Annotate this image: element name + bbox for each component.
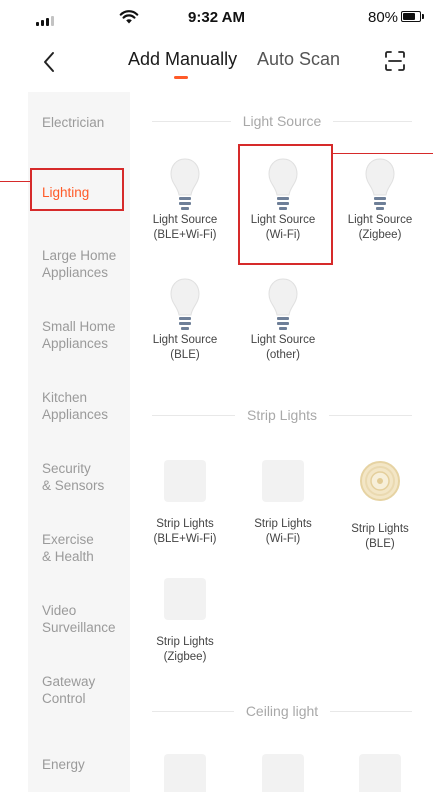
light-bulb-icon bbox=[170, 278, 200, 330]
sidebar-item-label: Appliances bbox=[42, 265, 109, 280]
sidebar-item-exercise-health[interactable]: Exercise & Health bbox=[28, 531, 130, 565]
device-ceiling-light[interactable] bbox=[238, 754, 328, 792]
sidebar-item-gateway-control[interactable]: Gateway Control bbox=[28, 673, 130, 707]
section-title-text: Ceiling light bbox=[245, 703, 319, 719]
device-label: Strip Lights (Wi-Fi) bbox=[254, 518, 312, 545]
status-bar: 9:32 AM 80% bbox=[0, 0, 433, 36]
sidebar-item-large-home-appliances[interactable]: Large Home Appliances bbox=[28, 247, 130, 281]
sidebar-item-label: Appliances bbox=[42, 407, 109, 422]
sidebar-item-label: Exercise bbox=[42, 532, 94, 547]
device-label: Light Source (Zigbee) bbox=[347, 214, 413, 241]
device-label: Strip Lights (BLE) bbox=[351, 523, 409, 550]
image-placeholder-icon bbox=[164, 754, 206, 792]
sidebar-item-label: Gateway bbox=[42, 674, 96, 689]
sidebar-item-electrician[interactable]: Electrician bbox=[28, 114, 130, 131]
sidebar-item-energy[interactable]: Energy bbox=[28, 756, 130, 773]
device-strip-lights-ble[interactable]: Strip Lights (BLE) bbox=[335, 460, 425, 552]
nav-bar: Add Manually Auto Scan bbox=[0, 36, 433, 92]
section-title-strip-lights: Strip Lights bbox=[152, 405, 413, 425]
image-placeholder-icon bbox=[164, 460, 206, 502]
section-title-ceiling-light: Ceiling light bbox=[152, 701, 412, 721]
device-label: Strip Lights (Zigbee) bbox=[156, 636, 214, 663]
image-placeholder-icon bbox=[262, 460, 304, 502]
device-label: Light Source (BLE+Wi-Fi) bbox=[152, 214, 218, 241]
annotation-pointer-line bbox=[333, 153, 433, 154]
sidebar-item-small-home-appliances[interactable]: Small Home Appliances bbox=[28, 318, 130, 352]
device-label: Light Source (Wi-Fi) bbox=[250, 214, 316, 241]
device-light-source-ble-wifi[interactable]: Light Source (BLE+Wi-Fi) bbox=[140, 157, 230, 243]
sidebar-item-video-surveillance[interactable]: Video Surveillance bbox=[28, 602, 130, 636]
sidebar-item-label: Control bbox=[42, 691, 86, 706]
sidebar-item-security-sensors[interactable]: Security & Sensors bbox=[28, 460, 130, 494]
light-bulb-icon bbox=[170, 158, 200, 210]
sidebar-item-label: Small Home bbox=[42, 319, 116, 334]
device-ceiling-light[interactable] bbox=[335, 754, 425, 792]
sidebar-item-label: & Sensors bbox=[42, 478, 105, 493]
image-placeholder-icon bbox=[359, 754, 401, 792]
section-title-text: Strip Lights bbox=[246, 407, 318, 423]
sidebar-item-lighting[interactable]: Lighting bbox=[28, 184, 130, 201]
device-strip-lights-wifi[interactable]: Strip Lights (Wi-Fi) bbox=[238, 460, 328, 547]
device-strip-lights-zigbee[interactable]: Strip Lights (Zigbee) bbox=[140, 578, 230, 665]
device-label: Light Source (other) bbox=[250, 334, 316, 361]
light-bulb-icon bbox=[268, 278, 298, 330]
active-tab-indicator bbox=[174, 76, 188, 79]
light-bulb-icon bbox=[268, 158, 298, 210]
section-title-text: Light Source bbox=[242, 113, 322, 129]
annotation-pointer-line bbox=[0, 181, 30, 182]
sidebar-item-label: Energy bbox=[42, 757, 85, 772]
device-light-source-ble[interactable]: Light Source (BLE) bbox=[140, 277, 230, 363]
scan-frame-icon[interactable] bbox=[384, 50, 406, 72]
tab-auto-scan[interactable]: Auto Scan bbox=[257, 49, 340, 70]
device-light-source-wifi[interactable]: Light Source (Wi-Fi) bbox=[238, 157, 328, 243]
battery-icon bbox=[401, 11, 421, 22]
section-title-light-source: Light Source bbox=[152, 111, 413, 131]
sidebar-item-label: Video bbox=[42, 603, 77, 618]
sidebar-item-label: Surveillance bbox=[42, 620, 116, 635]
chevron-left-icon[interactable] bbox=[36, 48, 64, 76]
battery-percentage: 80% bbox=[368, 9, 399, 26]
sidebar-item-label: Security bbox=[42, 461, 91, 476]
image-placeholder-icon bbox=[262, 754, 304, 792]
sidebar-item-label: Lighting bbox=[42, 185, 90, 200]
sidebar-item-label: & Health bbox=[42, 549, 94, 564]
sidebar-item-label: Kitchen bbox=[42, 390, 88, 405]
category-sidebar: Electrician Lighting Large Home Applianc… bbox=[28, 92, 130, 792]
device-light-source-other[interactable]: Light Source (other) bbox=[238, 277, 328, 363]
light-bulb-icon bbox=[365, 158, 395, 210]
device-label: Light Source (BLE) bbox=[152, 334, 218, 361]
device-label: Strip Lights (BLE+Wi-Fi) bbox=[153, 518, 217, 545]
sidebar-item-label: Electrician bbox=[42, 115, 105, 130]
sidebar-item-label: Large Home bbox=[42, 248, 117, 263]
image-placeholder-icon bbox=[164, 578, 206, 620]
device-light-source-zigbee[interactable]: Light Source (Zigbee) bbox=[335, 157, 425, 243]
sidebar-item-kitchen-appliances[interactable]: Kitchen Appliances bbox=[28, 389, 130, 423]
sidebar-item-label: Appliances bbox=[42, 336, 109, 351]
strip-light-reel-icon bbox=[360, 461, 400, 501]
device-strip-lights-ble-wifi[interactable]: Strip Lights (BLE+Wi-Fi) bbox=[140, 460, 230, 547]
device-ceiling-light[interactable] bbox=[140, 754, 230, 792]
tab-add-manually[interactable]: Add Manually bbox=[128, 49, 237, 70]
